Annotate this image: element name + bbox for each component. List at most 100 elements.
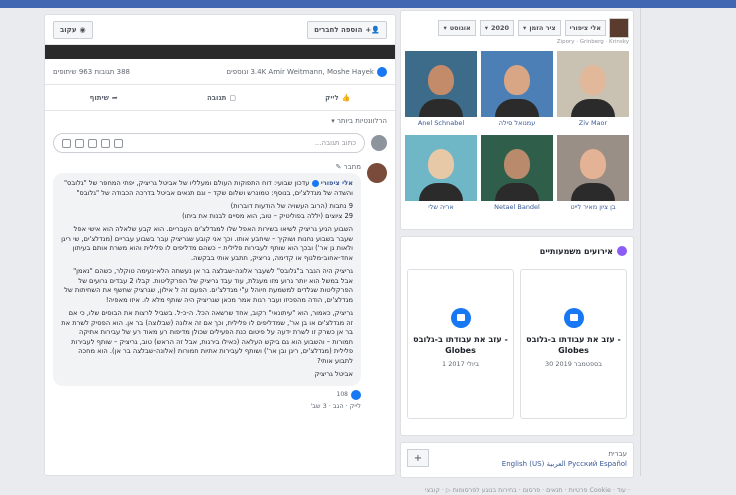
comment-text: 9 נתבות (הרוב העשויה של הודעות דוברות) [230,202,353,210]
like-button[interactable]: 👍 לייק [325,94,350,102]
friend-photo[interactable] [481,51,553,117]
profile-name: אלי ציפורי [569,24,601,32]
comment-author-name[interactable]: אלי ציפורי [321,179,353,187]
friend-photo-item[interactable]: עמנואל סילה [481,51,553,131]
add-friend-icon: 👤+ [365,25,380,34]
life-event-date: 30 בספטמבר 2019 [544,360,603,368]
friend-photo-caption[interactable]: Netael Bandel [481,201,553,215]
friend-photo-item[interactable]: בן ציון מאיר לייט [557,135,629,215]
life-event-title: עזב את עבודתו ב-גלובס - Globes [413,335,508,355]
share-label: שיתוף [89,93,109,102]
person-silhouette [504,149,530,179]
person-silhouette [580,149,606,179]
friend-photo-item[interactable]: Ziv Maor [557,51,629,131]
commenter-avatar[interactable] [367,163,387,183]
comment: מחבר ✎ אלי ציפורי עדכון שבועי: דוח התפוק… [45,155,395,410]
follow-label: עקוב [60,25,77,34]
friends-photo-grid: Anel Schnabel עמנואל סילה Ziv Maor אריה שלי… [405,51,629,215]
person-silhouette [428,65,454,95]
comment-label: תגובה [206,93,227,102]
person-silhouette [428,149,454,179]
year-dropdown[interactable]: ▾ 2020 [479,20,515,36]
friend-photo-caption[interactable]: עמנואל סילה [481,117,553,131]
friend-photo[interactable] [481,135,553,201]
thumbs-up-icon: 👍 [341,93,351,102]
comment-sort-label: הרלוונטיות ביותר ▾ [331,117,387,125]
briefcase-icon [563,308,584,328]
comment-sort-dropdown[interactable]: הרלוונטיות ביותר ▾ [45,111,395,131]
friend-photo[interactable] [557,51,629,117]
life-events-panel: אירועים משמעותיים עזב את עבודתו ב-גלובס … [400,236,634,436]
life-event-card[interactable]: עזב את עבודתו ב-גלובס - Globes 1 ביולי 2… [407,269,514,419]
post-actions: 👍 לייק ▢ תגובה ➦ שיתוף [45,85,395,111]
comment-input[interactable]: כתוב תגובה... [53,133,365,153]
briefcase-icon [450,308,471,328]
month-dropdown[interactable]: ▾ אוגוסט [438,20,476,36]
person-silhouette [580,65,606,95]
comment-text: השבוע הגיע גריציק לשיאו בשירות האפל שלו … [61,225,353,262]
life-events-header: אירועים משמעותיים [407,243,627,259]
follow-button[interactable]: ◉ עקוב [53,20,93,39]
person-silhouette-body [571,99,615,117]
add-language-button[interactable]: + [407,449,429,467]
language-list: עברית English (US) العربية Русский Españ… [502,449,627,469]
comments-shares-count[interactable]: 388 תגובות 963 שיתופים [53,68,130,76]
chevron-down-icon: ▾ [484,24,488,32]
person-silhouette-body [571,183,615,201]
person-silhouette-body [419,99,463,117]
post-image[interactable] [45,45,395,59]
comment-composer: כתוב תגובה... [45,131,395,155]
comment-reaction-count: 108 [336,391,348,398]
life-event-date: 1 ביולי 2017 [442,360,479,368]
chevron-down-icon: ▾ [523,24,527,32]
sticker-icon[interactable] [62,138,71,148]
month-label: אוגוסט [449,24,471,32]
life-event-cards: עזב את עבודתו ב-גלובס - Globes 1 ביולי 2… [407,269,627,419]
share-arrow-icon: ➦ [111,93,118,102]
life-event-card[interactable]: עזב את עבודתו ב-גלובס - Globes 30 בספטמב… [520,269,627,419]
friend-photo[interactable] [557,135,629,201]
gift-icon[interactable] [114,138,123,148]
timeline-dropdown[interactable]: ▾ ציר הזמן [518,20,561,36]
friend-photo-caption[interactable]: Anel Schnabel [405,117,477,131]
life-events-title: אירועים משמעותיים [539,246,613,256]
comment-text: גריציק היה הנבר ב"גלובס" לשעבר אלונה-שבל… [64,267,353,304]
friend-photo[interactable] [405,51,477,117]
timeline-header: ▾ אוגוסט ▾ 2020 ▾ ציר הזמן אלי ציפורי [405,15,629,41]
profile-name-button[interactable]: אלי ציפורי [564,20,606,36]
viewer-avatar [371,135,387,151]
friend-photo-caption[interactable]: אריה שלי [405,201,477,215]
share-button[interactable]: ➦ שיתוף [90,94,118,102]
friend-photo[interactable] [405,135,477,201]
comment-text: עדכון שבועי: דוח התפוקות העולם ומעלליו ש… [63,179,353,197]
like-reaction-icon [377,66,387,77]
footer-links[interactable]: פרטיות · תנאים · פרסום · בחירות בנוגע לפ… [400,486,634,495]
comment-button[interactable]: ▢ תגובה [207,94,236,102]
reactions-names[interactable]: 3.4K Amir Weitmann, Moshe Hayek ונוספים [226,68,374,76]
friend-photo-item[interactable]: Anel Schnabel [405,51,477,131]
profile-thumbnail[interactable] [609,18,629,38]
person-silhouette-body [495,183,539,201]
language-links[interactable]: English (US) العربية Русский Español [502,459,627,469]
profile-subname: Zipory · Grinberg · Krinsky [556,39,629,45]
comment-meta-actions[interactable]: לייק · הגב · 3 שב' [53,402,361,410]
language-panel: + עברית English (US) العربية Русский Esp… [400,442,634,478]
friend-photo-item[interactable]: Netael Bandel [481,135,553,215]
post-top-bar: 👤+ הוספה לחברים ◉ עקוב [45,15,395,45]
add-friend-button[interactable]: 👤+ הוספה לחברים [307,20,387,39]
gif-icon[interactable] [75,138,84,148]
friend-photo-caption[interactable]: Ziv Maor [557,117,629,131]
friend-photo-item[interactable]: אריה שלי [405,135,477,215]
like-reaction-icon [351,389,361,400]
person-silhouette-body [419,183,463,201]
page-divider [640,8,641,476]
friend-photo-caption[interactable]: בן ציון מאיר לייט [557,201,629,215]
comment-text: גריציק, כאמור, הוא "עיתונאי" רקוב, אחד ש… [61,309,353,365]
post-stats: 3.4K Amir Weitmann, Moshe Hayek ונוספים … [45,59,395,85]
person-silhouette [504,65,530,95]
chevron-down-icon: ▾ [443,24,447,32]
author-badge: מחבר ✎ [335,163,361,171]
comment-reactions[interactable]: 108 [53,389,361,400]
emoji-icon[interactable] [101,138,110,148]
camera-icon[interactable] [88,138,97,148]
